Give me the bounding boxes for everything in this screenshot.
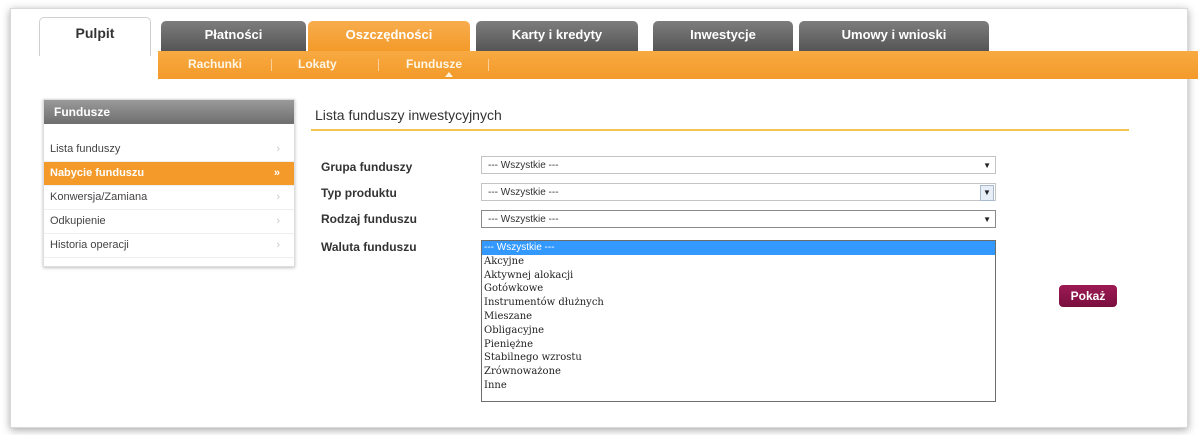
dropdown-option[interactable]: Obligacyjne: [482, 324, 995, 338]
select-value: --- Wszystkie ---: [488, 160, 559, 171]
sidebar-title: Fundusze: [44, 100, 294, 124]
tab-karty-i-kredyty[interactable]: Karty i kredyty: [476, 21, 638, 51]
dropdown-option[interactable]: Stabilnego wzrostu: [482, 351, 995, 365]
dropdown-option[interactable]: Aktywnej alokacji: [482, 269, 995, 283]
dropdown-option[interactable]: Akcyjne: [482, 255, 995, 269]
app-window: Pulpit Płatności Oszczędności Karty i kr…: [10, 8, 1198, 428]
active-indicator-caret-icon: [445, 72, 453, 77]
subnav-bar: Rachunki Lokaty Fundusze: [158, 51, 1198, 79]
dropdown-arrow-icon: ▼: [983, 215, 991, 224]
dropdown-option[interactable]: Gotówkowe: [482, 282, 995, 296]
sidebar-item-nabycie-funduszu[interactable]: Nabycie funduszu »: [44, 162, 294, 186]
subnav-lokaty[interactable]: Lokaty: [298, 51, 337, 79]
subnav-separator: [488, 59, 489, 71]
chevron-right-icon: ›: [276, 191, 280, 203]
page-title: Lista funduszy inwestycyjnych: [315, 107, 502, 123]
sidebar-item-label: Historia operacji: [50, 239, 129, 251]
sidebar-item-label: Odkupienie: [50, 215, 106, 227]
dropdown-option[interactable]: Instrumentów dłużnych: [482, 296, 995, 310]
tab-platnosci[interactable]: Płatności: [161, 21, 306, 51]
subnav-separator: [378, 59, 379, 71]
dropdown-arrow-icon[interactable]: ▼: [980, 185, 994, 201]
select-value: --- Wszystkie ---: [488, 214, 559, 225]
sidebar-item-odkupienie[interactable]: Odkupienie ›: [44, 210, 294, 234]
dropdown-option[interactable]: Mieszane: [482, 310, 995, 324]
select-value: --- Wszystkie ---: [488, 187, 559, 198]
main-tabs: Pulpit Płatności Oszczędności Karty i kr…: [11, 9, 1187, 56]
field-label-waluta-funduszu: Waluta funduszu: [321, 240, 417, 254]
chevron-right-icon: ›: [276, 239, 280, 251]
dropdown-option[interactable]: Zrównoważone: [482, 365, 995, 379]
pokaz-button[interactable]: Pokaż: [1059, 285, 1117, 307]
rodzaj-funduszu-select[interactable]: --- Wszystkie --- ▼: [481, 210, 996, 228]
chevron-right-icon: ›: [276, 143, 280, 155]
dropdown-option[interactable]: Pieniężne: [482, 338, 995, 352]
sidebar-item-label: Konwersja/Zamiana: [50, 191, 148, 203]
tab-umowy-i-wnioski[interactable]: Umowy i wnioski: [799, 21, 989, 51]
rodzaj-funduszu-options-list: --- Wszystkie --- Akcyjne Aktywnej aloka…: [481, 240, 996, 402]
grupa-funduszy-select[interactable]: --- Wszystkie --- ▼: [481, 156, 996, 174]
subnav-fundusze[interactable]: Fundusze: [406, 51, 462, 79]
tab-pulpit[interactable]: Pulpit: [39, 17, 151, 56]
typ-produktu-select[interactable]: --- Wszystkie --- ▼: [481, 183, 996, 201]
tab-oszczednosci[interactable]: Oszczędności: [308, 21, 470, 51]
subnav-separator: [271, 59, 272, 71]
dropdown-option[interactable]: Inne: [482, 379, 995, 393]
field-label-typ-produktu: Typ produktu: [321, 186, 397, 200]
chevron-right-icon: ›: [276, 215, 280, 227]
dropdown-arrow-icon: ▼: [983, 161, 991, 170]
sidebar-item-lista-funduszy[interactable]: Lista funduszy ›: [44, 138, 294, 162]
sidebar-list: Lista funduszy › Nabycie funduszu » Konw…: [44, 138, 294, 258]
double-chevron-right-icon: »: [273, 167, 280, 179]
dropdown-option[interactable]: --- Wszystkie ---: [482, 241, 995, 255]
sidebar: Fundusze Lista funduszy › Nabycie fundus…: [43, 99, 295, 267]
tab-inwestycje[interactable]: Inwestycje: [653, 21, 793, 51]
sidebar-item-historia-operacji[interactable]: Historia operacji ›: [44, 234, 294, 258]
title-divider: [311, 129, 1129, 131]
field-label-rodzaj-funduszu: Rodzaj funduszu: [321, 212, 417, 226]
sidebar-item-label: Nabycie funduszu: [50, 167, 145, 179]
sidebar-item-konwersja-zamiana[interactable]: Konwersja/Zamiana ›: [44, 186, 294, 210]
field-label-grupa-funduszy: Grupa funduszy: [321, 160, 413, 174]
subnav-rachunki[interactable]: Rachunki: [188, 51, 242, 79]
sidebar-item-label: Lista funduszy: [50, 143, 121, 155]
